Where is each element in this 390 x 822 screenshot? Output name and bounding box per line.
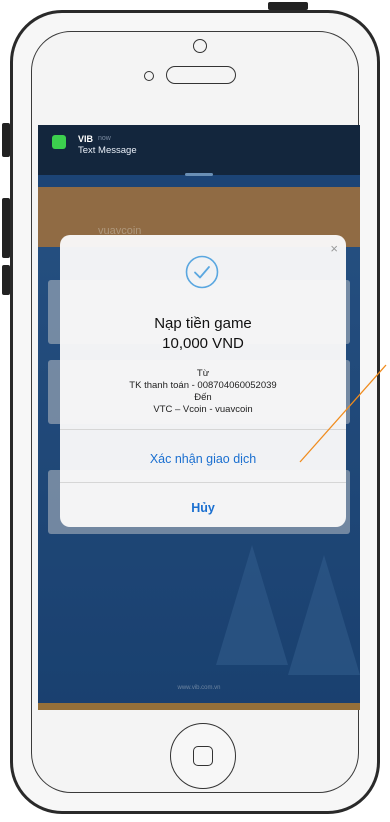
to-account: VTC – Vcoin - vuavcoin [153, 404, 253, 415]
cancel-button[interactable]: Hủy [60, 501, 346, 515]
divider [60, 482, 346, 483]
divider [60, 429, 346, 430]
notification-app-name: VIB [78, 134, 94, 144]
notification-time: now [98, 135, 111, 142]
notification-grabber[interactable] [185, 173, 213, 176]
messages-app-icon [52, 135, 66, 149]
notification-text: Text Message [78, 145, 137, 156]
home-button[interactable] [170, 723, 236, 789]
home-square-icon [193, 746, 213, 766]
notification-banner[interactable]: VIB now Text Message [38, 125, 360, 175]
from-label: Từ [196, 368, 210, 379]
volume-up-button [2, 198, 10, 258]
volume-down-button [2, 265, 10, 295]
mute-switch [2, 123, 10, 157]
from-account: TK thanh toán - 008704060052039 [129, 380, 277, 391]
confirm-transaction-button[interactable]: Xác nhận giao dịch [60, 452, 346, 466]
phone-screen: vuavcoin www.vib.com.vn VIB now Text Mes… [38, 125, 360, 710]
transaction-dialog: × Nạp tiền game 10,000 VND Từ TK thanh t… [60, 235, 346, 527]
power-button [268, 2, 308, 10]
front-camera [193, 39, 207, 53]
proximity-sensor [144, 71, 154, 81]
dialog-title: Nạp tiền game [154, 315, 252, 332]
check-circle-icon [185, 255, 219, 289]
to-label: Đến [194, 392, 212, 403]
close-icon[interactable]: × [330, 241, 338, 256]
earpiece-speaker [166, 66, 236, 84]
dialog-amount: 10,000 VND [162, 335, 244, 352]
